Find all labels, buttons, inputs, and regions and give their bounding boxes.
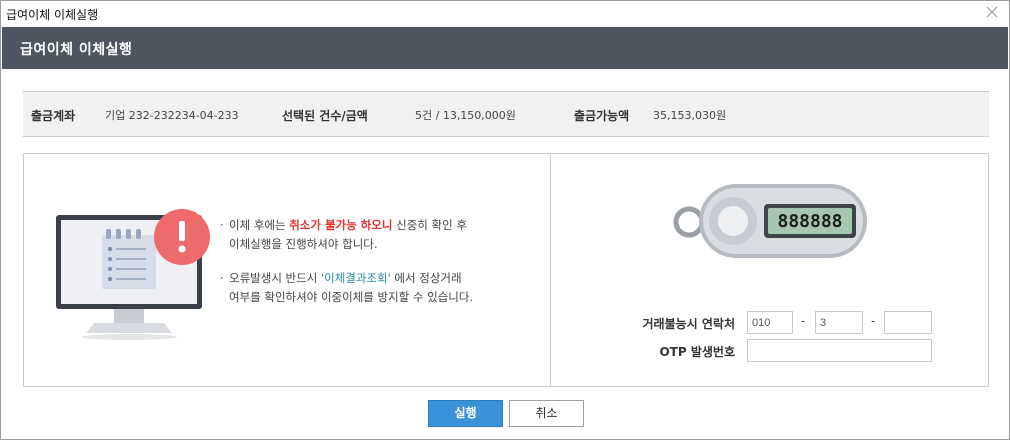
phone-prefix-input[interactable] <box>747 311 793 334</box>
notice-item: · 이체 후에는 취소가 불가능 하오니 신중히 확인 후 이체실행을 진행하셔… <box>220 216 540 254</box>
monitor-alert-icon <box>56 209 210 340</box>
phone-middle-input[interactable] <box>815 311 863 334</box>
notice-list: · 이체 후에는 취소가 불가능 하오니 신중히 확인 후 이체실행을 진행하셔… <box>220 216 540 322</box>
notice-panel: · 이체 후에는 취소가 불가능 하오니 신중히 확인 후 이체실행을 진행하셔… <box>23 153 551 387</box>
execute-button[interactable]: 실행 <box>428 400 503 427</box>
window-title: 급여이체 이체실행 <box>6 8 99 22</box>
notice-warning-highlight: 취소가 불가능 하오니 <box>289 218 393 232</box>
notice-text: 이체 후에는 <box>229 218 290 232</box>
available-value: 35,153,030원 <box>653 109 727 122</box>
phone-separator: - <box>871 314 876 328</box>
otp-device-icon: 888888 <box>673 184 867 258</box>
notice-text: 여부를 확인하셔야 이중이체를 방지할 수 있습니다. <box>229 290 474 304</box>
bullet: · <box>220 271 224 285</box>
dialog-window: 급여이체 이체실행 급여이체 이체실행 출금계좌 기업 232-232234-0… <box>0 0 1010 440</box>
selected-value: 5건 / 13,150,000원 <box>415 109 516 122</box>
cancel-button[interactable]: 취소 <box>509 400 584 427</box>
account-label: 출금계좌 <box>31 109 76 123</box>
dialog-header: 급여이체 이체실행 <box>2 27 1008 69</box>
notice-text: 에서 정상거래 <box>390 271 462 285</box>
otp-panel: 888888 거래불능시 연락처 - - OTP 발생번호 <box>550 153 989 387</box>
phone-separator: - <box>801 314 806 328</box>
otp-display-digits: 888888 <box>777 211 842 232</box>
otp-row: OTP 발생번호 <box>551 339 990 363</box>
notice-text: 이체실행을 진행하셔야 합니다. <box>229 237 378 251</box>
selected-label: 선택된 건수/금액 <box>282 109 368 123</box>
otp-input[interactable] <box>747 339 932 362</box>
notice-text: 오류발생시 반드시 <box>229 271 321 285</box>
notice-item: · 오류발생시 반드시 '이체결과조회' 에서 정상거래 여부를 확인하셔야 이… <box>220 269 540 307</box>
transfer-result-link[interactable]: '이체결과조회' <box>321 271 391 285</box>
close-icon[interactable] <box>985 5 999 19</box>
contact-label: 거래불능시 연락처 <box>642 317 736 331</box>
contact-row: 거래불능시 연락처 - - <box>551 311 990 335</box>
available-label: 출금가능액 <box>574 109 630 123</box>
account-value: 기업 232-232234-04-233 <box>105 109 239 122</box>
phone-last-input[interactable] <box>884 311 932 334</box>
bullet: · <box>220 218 224 232</box>
window-titlebar: 급여이체 이체실행 <box>1 1 1009 27</box>
transfer-summary-bar: 출금계좌 기업 232-232234-04-233 선택된 건수/금액 5건 /… <box>23 91 989 137</box>
notice-text: 신중히 확인 후 <box>392 218 467 232</box>
dialog-title: 급여이체 이체실행 <box>20 42 133 58</box>
otp-label: OTP 발생번호 <box>659 345 735 359</box>
